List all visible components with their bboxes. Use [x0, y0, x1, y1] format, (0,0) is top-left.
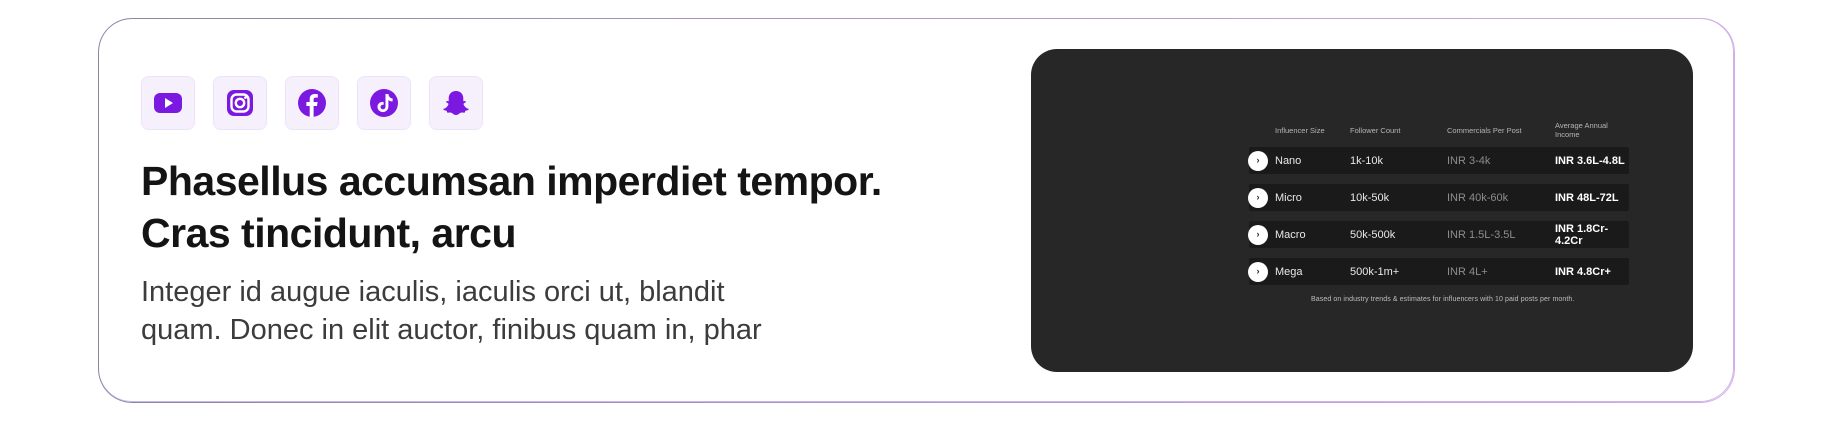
- table-row: › Nano 1k-10k INR 3-4k INR 3.6L-4.8L: [1248, 147, 1629, 174]
- chevron-right-icon: ›: [1248, 187, 1268, 208]
- chevron-right-icon: ›: [1248, 150, 1268, 171]
- facebook-tile[interactable]: [285, 76, 339, 130]
- income-table-panel: Influencer Size Follower Count Commercia…: [1031, 49, 1693, 372]
- instagram-icon: [227, 90, 253, 116]
- tiktok-icon: [370, 89, 398, 117]
- chevron-right-icon: ›: [1248, 261, 1268, 282]
- snapchat-tile[interactable]: [429, 76, 483, 130]
- row-commercials: INR 3-4k: [1447, 154, 1491, 167]
- header-influencer-size: Influencer Size: [1275, 125, 1325, 135]
- row-size: Mega: [1275, 265, 1303, 278]
- table-header: Influencer Size Follower Count Commercia…: [1249, 121, 1629, 139]
- table-row: › Mega 500k-1m+ INR 4L+ INR 4.8Cr+: [1248, 258, 1629, 285]
- row-commercials: INR 40k-60k: [1447, 191, 1509, 204]
- table-row: › Macro 50k-500k INR 1.5L-3.5L INR 1.8Cr…: [1248, 221, 1629, 248]
- row-size: Micro: [1275, 191, 1302, 204]
- feature-card: Phasellus accumsan imperdiet tempor. Cra…: [98, 18, 1734, 402]
- facebook-icon: [298, 89, 326, 117]
- row-size: Macro: [1275, 228, 1306, 241]
- headline: Phasellus accumsan imperdiet tempor. Cra…: [141, 155, 921, 259]
- row-income: INR 1.8Cr-4.2Cr: [1555, 222, 1609, 247]
- description: Integer id augue iaculis, iaculis orci u…: [141, 273, 901, 349]
- table-footnote: Based on industry trends & estimates for…: [1311, 296, 1575, 303]
- tiktok-tile[interactable]: [357, 76, 411, 130]
- instagram-tile[interactable]: [213, 76, 267, 130]
- header-average-annual-income: Average Annual Income: [1555, 121, 1608, 139]
- headline-line-2: Cras tincidunt, arcu: [141, 210, 517, 256]
- row-income: INR 3.6L-4.8L: [1555, 154, 1625, 167]
- income-table: Influencer Size Follower Count Commercia…: [1248, 121, 1629, 295]
- headline-line-1: Phasellus accumsan imperdiet tempor.: [141, 158, 882, 204]
- header-commercials-per-post: Commercials Per Post: [1447, 125, 1522, 135]
- chevron-right-icon: ›: [1248, 224, 1268, 245]
- row-income: INR 4.8Cr+: [1555, 265, 1611, 278]
- youtube-icon: [154, 93, 182, 113]
- header-follower-count: Follower Count: [1350, 125, 1401, 135]
- social-icon-row: [141, 76, 483, 130]
- row-commercials: INR 4L+: [1447, 265, 1488, 278]
- row-commercials: INR 1.5L-3.5L: [1447, 228, 1516, 241]
- youtube-tile[interactable]: [141, 76, 195, 130]
- row-followers: 10k-50k: [1350, 191, 1390, 204]
- row-followers: 1k-10k: [1350, 154, 1384, 167]
- table-row: › Micro 10k-50k INR 40k-60k INR 48L-72L: [1248, 184, 1629, 211]
- snapchat-icon: [443, 91, 469, 115]
- description-line-2: quam. Donec in elit auctor, finibus quam…: [141, 314, 762, 346]
- row-followers: 50k-500k: [1350, 228, 1396, 241]
- row-size: Nano: [1275, 154, 1302, 167]
- row-followers: 500k-1m+: [1350, 265, 1400, 278]
- description-line-1: Integer id augue iaculis, iaculis orci u…: [141, 276, 725, 308]
- row-income: INR 48L-72L: [1555, 191, 1619, 204]
